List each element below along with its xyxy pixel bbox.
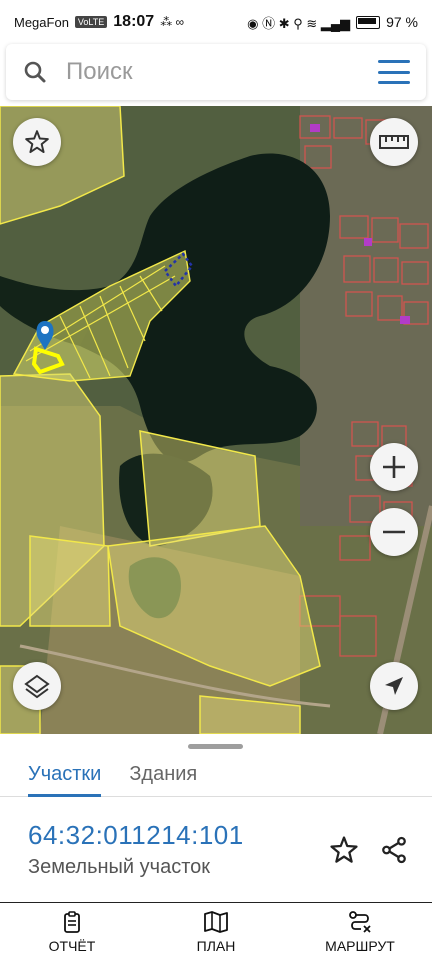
layers-button[interactable] <box>13 662 61 710</box>
status-icons: ◉ Ⓝ ✱ ⚲ ≋ ▂▄▆ <box>247 15 351 31</box>
layers-icon <box>24 674 50 699</box>
nav-plan-label: ПЛАН <box>196 938 236 954</box>
share-icon[interactable] <box>378 834 410 866</box>
nav-route-label: МАРШРУТ <box>325 938 395 954</box>
battery-percent: 97 % <box>386 14 418 30</box>
ruler-button[interactable] <box>370 118 418 166</box>
search-bar <box>6 44 426 100</box>
zoom-out-button[interactable] <box>370 508 418 556</box>
navigation-arrow-icon <box>385 677 403 695</box>
menu-icon[interactable] <box>378 60 410 84</box>
nav-plan[interactable]: ПЛАН <box>144 903 288 961</box>
ruler-icon <box>379 135 409 149</box>
bottom-sheet: Участки Здания 64:32:011214:101 Земельны… <box>0 734 432 902</box>
parcel-type-label: Земельный участок <box>28 856 211 878</box>
notification-icons: ⁂ ∞ <box>160 15 185 29</box>
zoom-in-icon <box>383 456 405 478</box>
locate-button[interactable] <box>370 662 418 710</box>
favorite-star-button[interactable] <box>13 118 61 166</box>
bottom-navigation: ОТЧЁТ ПЛАН МАРШРУТ <box>0 902 432 961</box>
zoom-in-button[interactable] <box>370 443 418 491</box>
map-view[interactable] <box>0 106 432 734</box>
search-icon[interactable] <box>6 60 64 84</box>
satellite-map[interactable] <box>0 106 432 734</box>
route-icon <box>349 911 371 933</box>
nav-route[interactable]: МАРШРУТ <box>288 903 432 961</box>
battery-icon <box>356 15 381 29</box>
report-icon <box>64 911 80 933</box>
tab-parcels[interactable]: Участки <box>14 752 115 797</box>
sheet-drag-handle[interactable] <box>188 744 243 749</box>
volte-badge: VoLTE <box>74 16 108 28</box>
carrier-label: MegaFon <box>14 14 69 30</box>
zoom-out-icon <box>383 530 405 534</box>
search-input[interactable] <box>64 57 348 87</box>
favorite-star-icon[interactable] <box>328 834 360 866</box>
star-icon <box>25 130 49 154</box>
nav-report[interactable]: ОТЧЁТ <box>0 903 144 961</box>
parcel-cadastral-number[interactable]: 64:32:011214:101 <box>28 820 244 851</box>
tab-buildings[interactable]: Здания <box>115 752 211 796</box>
nav-report-label: ОТЧЁТ <box>48 938 96 954</box>
sheet-tabs: Участки Здания <box>0 752 432 797</box>
clock: 18:07 <box>113 13 155 30</box>
map-plan-icon <box>204 911 228 933</box>
status-bar: MegaFon VoLTE 18:07 ⁂ ∞ ◉ Ⓝ ✱ ⚲ ≋ ▂▄▆ 97… <box>0 0 432 44</box>
